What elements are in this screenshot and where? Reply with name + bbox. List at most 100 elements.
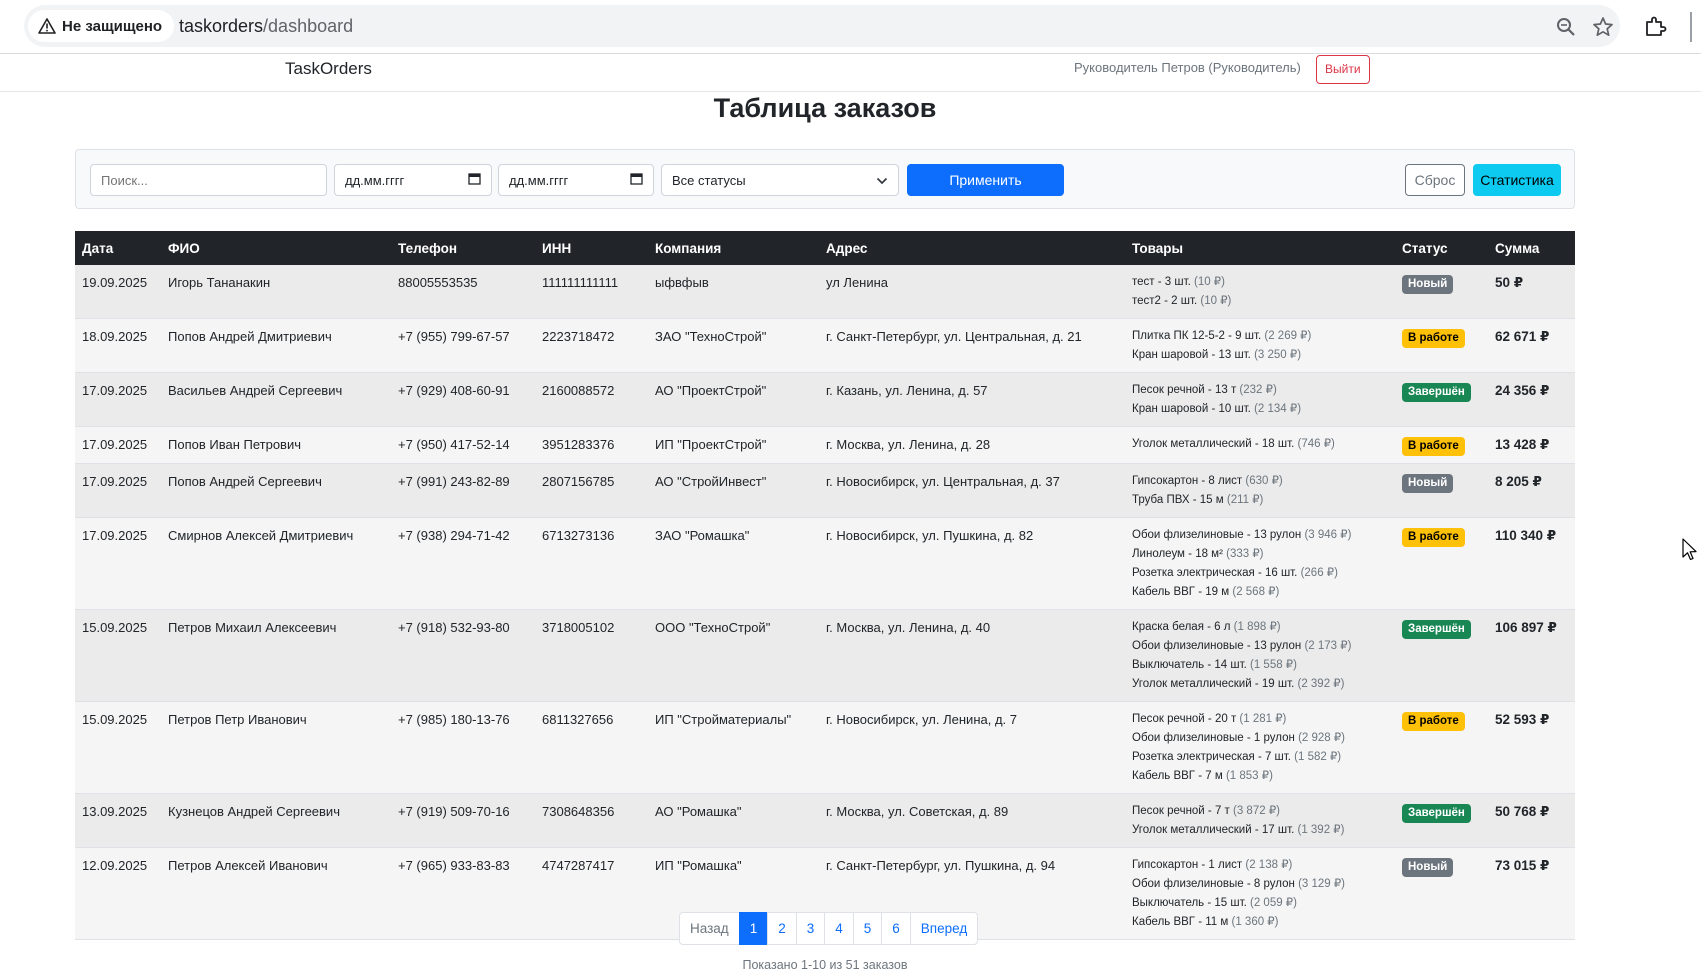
pagination-next[interactable]: Вперед <box>909 912 979 945</box>
pagination-page[interactable]: 6 <box>881 912 911 945</box>
cell-name: Смирнов Алексей Дмитриевич <box>161 517 391 610</box>
goods-item-price: (10 ₽) <box>1200 295 1232 307</box>
cell-goods: Обои флизелиновые - 13 рулон (3 946 ₽) Ли… <box>1125 517 1395 610</box>
table-row[interactable]: 17.09.2025 Попов Андрей Сергеевич +7 (991)… <box>75 463 1575 518</box>
table-row[interactable]: 17.09.2025 Попов Иван Петрович +7 (950) 41… <box>75 426 1575 464</box>
bookmark-star-icon[interactable] <box>1592 16 1614 38</box>
cell-address: г. Новосибирск, ул. Центральная, д. 37 <box>819 463 1125 518</box>
date-from-input[interactable]: дд.мм.гггг <box>334 164 492 196</box>
brand-logo[interactable]: TaskOrders <box>285 59 372 79</box>
goods-item-label: Песок речной - 20 т <box>1132 713 1237 725</box>
goods-item-label: Выключатель - 14 шт. <box>1132 659 1247 671</box>
cell-sum: 13 428 ₽ <box>1488 426 1575 464</box>
url-text[interactable]: taskorders/dashboard <box>179 16 353 37</box>
goods-item-price: (266 ₽) <box>1300 567 1338 579</box>
search-input[interactable] <box>90 164 327 196</box>
pagination-page[interactable]: 5 <box>852 912 883 945</box>
address-bar[interactable]: Не защищено taskorders/dashboard <box>24 5 1620 47</box>
table-row[interactable]: 19.09.2025 Игорь Тананакин 88005553535 1111… <box>75 265 1575 319</box>
cell-date: 15.09.2025 <box>75 609 161 702</box>
goods-item-label: Гипсокартон - 1 лист <box>1132 859 1243 871</box>
goods-item-price: (3 946 ₽) <box>1304 529 1352 541</box>
orders-table-container: Дата ФИО Телефон ИНН Компания Адрес Товары Стат… <box>75 231 1575 940</box>
goods-item: Уголок металлический - 18 шт. (746 ₽) <box>1132 435 1388 454</box>
pagination-page[interactable]: 1 <box>738 912 769 945</box>
url-path: /dashboard <box>263 16 354 36</box>
goods-item: Выключатель - 15 шт. (2 059 ₽) <box>1132 894 1388 913</box>
goods-item: Линолеум - 18 м² (333 ₽) <box>1132 545 1388 564</box>
table-header-row: Дата ФИО Телефон ИНН Компания Адрес Товары Стат… <box>75 231 1575 265</box>
calendar-icon[interactable] <box>468 172 481 188</box>
table-row[interactable]: 17.09.2025 Смирнов Алексей Дмитриевич +7 (… <box>75 517 1575 610</box>
cell-inn: 4747287417 <box>535 847 648 940</box>
date-to-input[interactable]: дд.мм.гггг <box>498 164 654 196</box>
pagination: Назад 1 2 3 4 5 6 Вперед <box>679 912 979 945</box>
cell-company: ЗАО "Ромашка" <box>648 517 819 610</box>
status-badge: В работе <box>1402 712 1465 731</box>
goods-item-price: (2 568 ₽) <box>1232 586 1280 598</box>
goods-item-price: (10 ₽) <box>1193 276 1225 288</box>
cell-status: Новый <box>1395 265 1488 319</box>
goods-item-label: Розетка электрическая - 7 шт. <box>1132 751 1291 763</box>
security-indicator[interactable]: Не защищено <box>28 10 175 42</box>
table-row[interactable]: 15.09.2025 Петров Михаил Алексеевич +7 (91… <box>75 609 1575 702</box>
cell-sum: 8 205 ₽ <box>1488 463 1575 518</box>
goods-item: тест2 - 2 шт. (10 ₽) <box>1132 292 1388 311</box>
table-row[interactable]: 13.09.2025 Кузнецов Андрей Сергеевич +7 (9… <box>75 793 1575 848</box>
pagination-page[interactable]: 4 <box>824 912 854 945</box>
cell-address: ул Ленина <box>819 265 1125 319</box>
cell-phone: +7 (965) 933-83-83 <box>391 847 535 940</box>
goods-item-label: тест - 3 шт. <box>1132 276 1191 288</box>
goods-item-price: (2 392 ₽) <box>1297 678 1345 690</box>
goods-item: Выключатель - 14 шт. (1 558 ₽) <box>1132 656 1388 675</box>
column-header: Статус <box>1395 231 1488 265</box>
orders-table: Дата ФИО Телефон ИНН Компания Адрес Товары Стат… <box>75 231 1575 940</box>
cell-sum: 24 356 ₽ <box>1488 372 1575 427</box>
column-header: ФИО <box>161 231 391 265</box>
pagination-page[interactable]: 2 <box>767 912 797 945</box>
status-badge: В работе <box>1402 528 1465 547</box>
goods-item: Песок речной - 13 т (232 ₽) <box>1132 381 1388 400</box>
column-header: Сумма <box>1488 231 1575 265</box>
cell-status: В работе <box>1395 517 1488 610</box>
cell-sum: 50 ₽ <box>1488 265 1575 319</box>
column-header: Дата <box>75 231 161 265</box>
table-row[interactable]: 17.09.2025 Васильев Андрей Сергеевич +7 (9… <box>75 372 1575 427</box>
goods-item-price: (1 582 ₽) <box>1294 751 1342 763</box>
calendar-icon[interactable] <box>630 172 643 188</box>
goods-item: Обои флизелиновые - 13 рулон (3 946 ₽) <box>1132 526 1388 545</box>
goods-item: Розетка электрическая - 7 шт. (1 582 ₽) <box>1132 748 1388 767</box>
goods-item-price: (2 059 ₽) <box>1250 897 1297 909</box>
goods-item-price: (2 269 ₽) <box>1264 330 1312 342</box>
cell-date: 13.09.2025 <box>75 793 161 848</box>
pagination-page[interactable]: 3 <box>795 912 826 945</box>
apply-button[interactable]: Применить <box>907 164 1064 196</box>
goods-item: Кран шаровой - 13 шт. (3 250 ₽) <box>1132 346 1388 365</box>
table-row[interactable]: 15.09.2025 Петров Петр Иванович +7 (985) 1… <box>75 701 1575 794</box>
goods-item-label: Песок речной - 13 т <box>1132 384 1237 396</box>
status-select[interactable]: Все статусы <box>661 164 899 196</box>
table-row[interactable]: 18.09.2025 Попов Андрей Дмитриевич +7 (955… <box>75 318 1575 373</box>
goods-item-price: (333 ₽) <box>1226 548 1264 560</box>
pagination-prev[interactable]: Назад <box>679 912 740 945</box>
goods-item-price: (3 250 ₽) <box>1254 349 1302 361</box>
goods-item: Кабель ВВГ - 11 м (1 360 ₽) <box>1132 913 1388 932</box>
logout-button[interactable]: Выйти <box>1316 55 1370 84</box>
statistics-button[interactable]: Статистика <box>1473 164 1561 196</box>
cell-phone: +7 (991) 243-82-89 <box>391 463 535 518</box>
extensions-icon[interactable] <box>1643 14 1667 38</box>
cell-phone: +7 (955) 799-67-57 <box>391 318 535 373</box>
goods-item-label: Розетка электрическая - 16 шт. <box>1132 567 1298 579</box>
zoom-icon[interactable] <box>1555 16 1577 38</box>
cell-date: 15.09.2025 <box>75 701 161 794</box>
goods-item-label: Кабель ВВГ - 19 м <box>1132 586 1230 598</box>
goods-item: Песок речной - 7 т (3 872 ₽) <box>1132 802 1388 821</box>
goods-item-price: (2 928 ₽) <box>1298 732 1346 744</box>
cell-company: АО "Ромашка" <box>648 793 819 848</box>
goods-item-price: (3 872 ₽) <box>1233 805 1280 817</box>
cell-phone: +7 (918) 532-93-80 <box>391 609 535 702</box>
goods-item: Кабель ВВГ - 7 м (1 853 ₽) <box>1132 767 1388 786</box>
cell-date: 17.09.2025 <box>75 372 161 427</box>
cell-date: 18.09.2025 <box>75 318 161 373</box>
reset-button[interactable]: Сброс <box>1405 164 1465 196</box>
